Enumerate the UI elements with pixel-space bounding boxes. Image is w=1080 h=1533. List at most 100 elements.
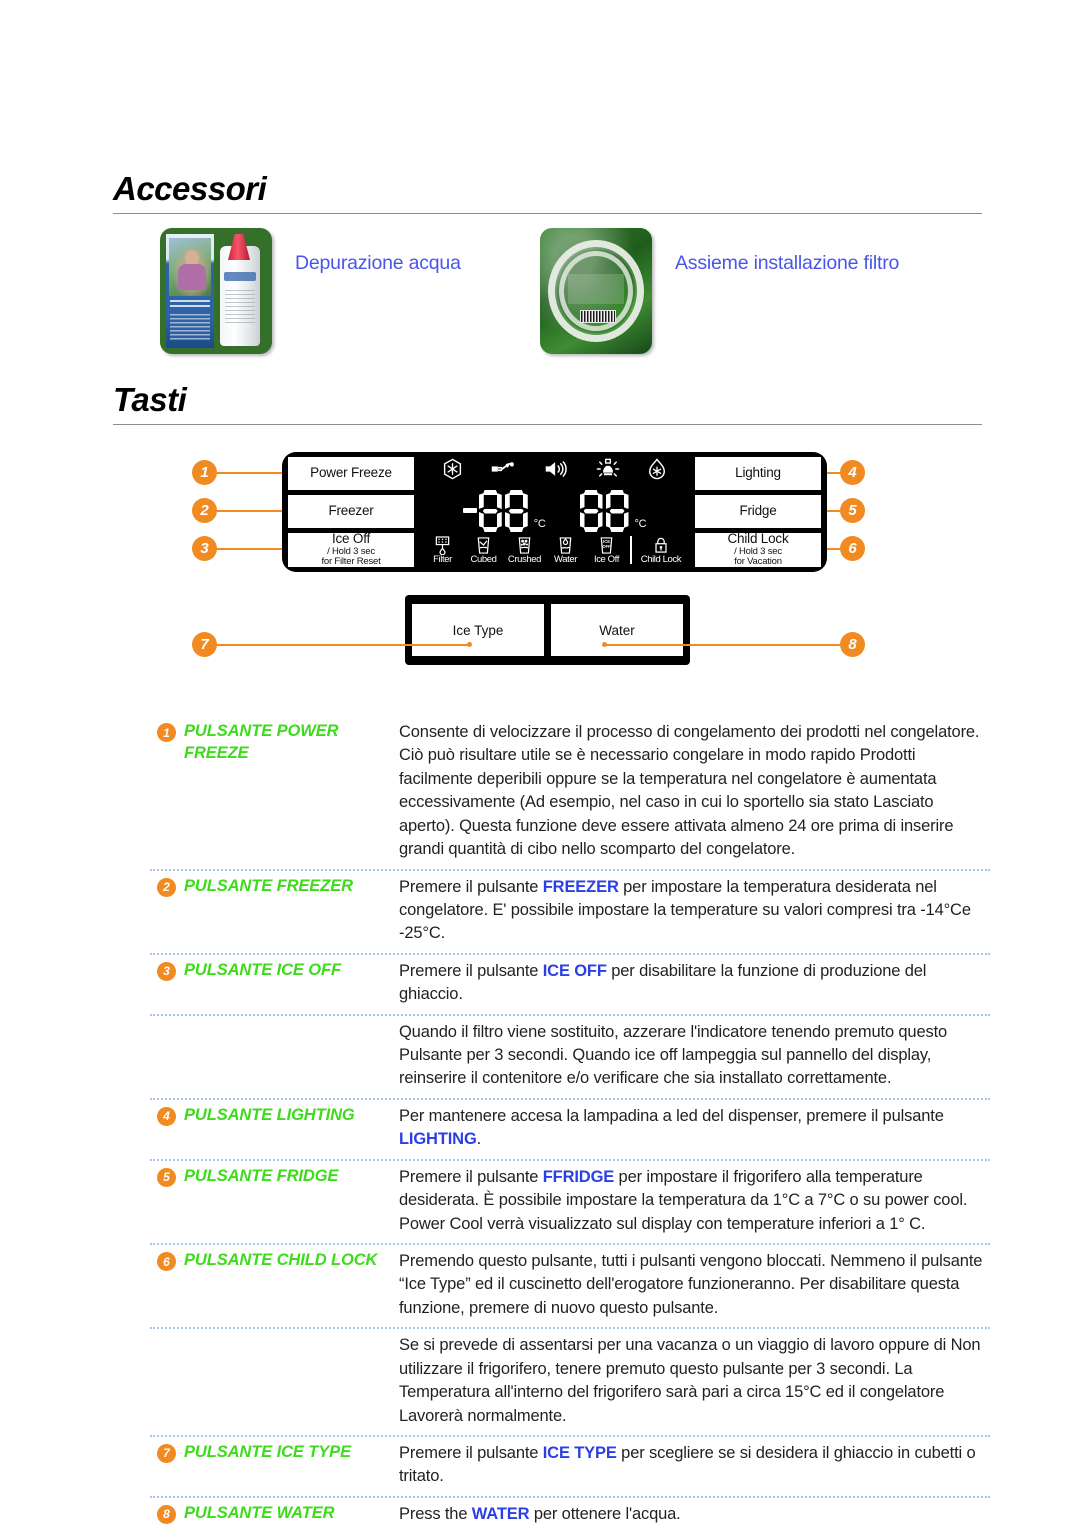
button-freezer[interactable]: Freezer <box>288 495 414 528</box>
fridge-digit-ones <box>605 490 629 532</box>
description-text: Premere il pulsante <box>399 877 543 896</box>
carton-text-block-1 <box>170 300 210 310</box>
table-row-number: 7 <box>150 1442 184 1489</box>
indicator-water: Water <box>545 536 586 565</box>
filter-install-kit-photo <box>540 228 652 354</box>
description-text: Premere il pulsante <box>399 1167 543 1186</box>
callout-badge-3: 3 <box>192 536 217 561</box>
carton-photo <box>169 238 211 296</box>
button-fridge[interactable]: Fridge <box>695 495 821 528</box>
row-badge-2: 2 <box>157 877 176 897</box>
heading-divider <box>113 212 982 214</box>
table-row-description: Premere il pulsante FREEZER per impostar… <box>399 876 990 946</box>
indicator-ice-off-label: Ice Off <box>593 554 619 565</box>
description-text: Se si prevede di assentarsi per una vaca… <box>399 1336 981 1425</box>
button-lighting-label: Lighting <box>735 465 781 481</box>
table-row: Quando il filtro viene sostituito, azzer… <box>150 1013 990 1098</box>
callout-badge-7: 7 <box>192 632 217 657</box>
button-ice-off[interactable]: Ice Off / Hold 3 sec for Filter Reset <box>288 530 414 568</box>
indicator-ice-off: ICE OFF Ice Off <box>586 536 627 565</box>
button-water[interactable]: Water <box>551 604 683 656</box>
row-badge-4: 4 <box>157 1106 176 1126</box>
callout-badge-2: 2 <box>192 498 217 523</box>
description-text: Premere il pulsante <box>399 1443 543 1462</box>
fridge-temperature-readout: °C <box>579 490 647 532</box>
button-power-freeze[interactable]: Power Freeze <box>288 457 414 490</box>
crushed-ice-icon <box>516 536 533 555</box>
table-row-button-name: PULSANTE ICE TYPE <box>184 1442 351 1461</box>
kit-barcode <box>580 310 616 323</box>
button-fridge-label: Fridge <box>739 503 777 519</box>
row-badge-3: 3 <box>157 961 176 981</box>
lcd-top-icon-row <box>414 457 695 485</box>
indicator-crushed: Crushed <box>504 536 545 565</box>
table-row-button-name: PULSANTE FRIDGE <box>184 1166 339 1185</box>
indicator-cubed-label: Cubed <box>470 554 497 565</box>
freezer-digit-ones <box>504 490 528 532</box>
button-child-lock[interactable]: Child Lock / Hold 3 sec for Vacation <box>695 530 821 568</box>
button-lighting[interactable]: Lighting <box>695 457 821 490</box>
table-row-button-name <box>184 1334 399 1428</box>
accessori-section-header: Accessori <box>113 171 982 214</box>
indicator-filter: Filter <box>422 536 463 565</box>
description-text: Premere il pulsante <box>399 961 543 980</box>
row-badge-7: 7 <box>157 1443 176 1463</box>
table-row-number: 3 <box>150 960 184 1007</box>
table-row-button-name: PULSANTE POWER FREEZE <box>184 722 339 762</box>
table-row-button-name: PULSANTE CHILD LOCK <box>184 1251 378 1270</box>
description-keyword: WATER <box>471 1504 530 1523</box>
leader-dot-7 <box>467 642 472 647</box>
description-text: per ottenere l'acqua. <box>529 1504 681 1523</box>
table-row-button-name: PULSANTE LIGHTING <box>184 1105 355 1124</box>
table-row: 3 PULSANTE ICE OFF Premere il pulsante ICE… <box>150 952 990 1014</box>
fridge-unit-label: °C <box>634 518 647 530</box>
button-child-lock-label: Child Lock <box>727 530 789 546</box>
filter-icon <box>434 536 451 555</box>
description-keyword: FREEZER <box>542 877 619 896</box>
callout-badge-1: 1 <box>192 460 217 485</box>
lcd-display: °C °C Filter Cubed Crushed Water ICE OFF… <box>414 452 695 572</box>
heading-divider-2 <box>113 423 982 425</box>
table-row-number: 5 <box>150 1166 184 1236</box>
accessory-label-water-filter: Depurazione acqua <box>295 252 461 274</box>
table-row: 8 PULSANTE WATER Press the WATER per otten… <box>150 1495 990 1533</box>
row-badge-1: 1 <box>157 723 176 742</box>
description-keyword: FFRIDGE <box>542 1167 615 1186</box>
page-title-tasti: Tasti <box>113 381 187 418</box>
table-row: 7 PULSANTE ICE TYPE Premere il pulsante IC… <box>150 1434 990 1496</box>
carton-text-block-2 <box>170 314 210 340</box>
description-keyword: LIGHTING <box>399 1130 477 1149</box>
button-power-freeze-label: Power Freeze <box>310 465 392 481</box>
button-child-lock-sub-2: for Vacation <box>734 556 782 568</box>
table-row-description: Premendo questo pulsante, tutti i pulsan… <box>399 1250 990 1320</box>
table-row-number: 2 <box>150 876 184 946</box>
table-row: 1 PULSANTE POWER FREEZE Consente di veloci… <box>150 716 990 869</box>
callout-badge-6: 6 <box>840 536 865 561</box>
ice-off-icon: ICE OFF <box>598 536 615 555</box>
indicator-child-lock: Child Lock <box>635 536 687 565</box>
button-ice-off-sub-2: for Filter Reset <box>321 556 381 568</box>
button-ice-off-label: Ice Off <box>331 530 371 546</box>
description-text: Premendo questo pulsante, tutti i pulsan… <box>399 1252 983 1317</box>
minus-sign-icon <box>462 508 477 513</box>
filter-cartridge <box>220 246 260 346</box>
power-cool-icon <box>647 457 667 485</box>
table-row: 5 PULSANTE FRIDGE Premere il pulsante FFRI… <box>150 1158 990 1243</box>
lamp-icon <box>596 458 620 485</box>
leader-line-8 <box>605 644 840 646</box>
button-freezer-label: Freezer <box>328 503 374 519</box>
carton-photo-body <box>178 264 206 290</box>
control-panel-diagram: 1 2 3 4 5 6 Power Freeze Freezer Ice Off <box>150 440 910 705</box>
power-freeze-icon <box>442 458 463 485</box>
button-ice-type[interactable]: Ice Type <box>412 604 544 656</box>
cartridge-text-lines <box>225 290 255 326</box>
table-row: 6 PULSANTE CHILD LOCK Premendo questo puls… <box>150 1243 990 1327</box>
accessories-row: Depurazione acqua Assieme installazione … <box>160 228 990 356</box>
lcd-indicator-row: Filter Cubed Crushed Water ICE OFF Ice O… <box>414 536 695 570</box>
filter-carton <box>166 234 214 348</box>
table-row-number: 6 <box>150 1250 184 1320</box>
description-text: Consente di velocizzare il processo di c… <box>399 723 980 859</box>
table-row-button-name <box>184 1021 399 1091</box>
table-row-description: Consente di velocizzare il processo di c… <box>399 721 990 862</box>
callout-badge-5: 5 <box>840 498 865 523</box>
